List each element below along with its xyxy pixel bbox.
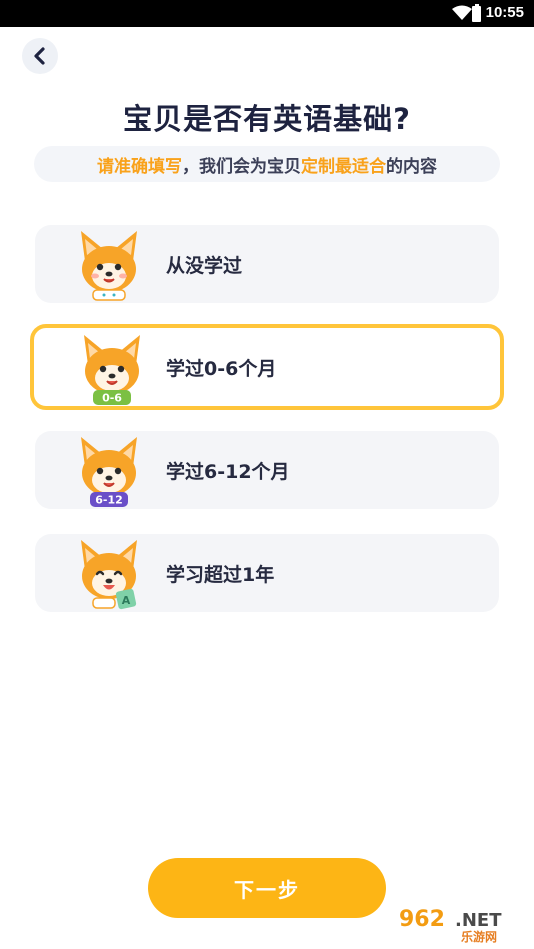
option-label: 学过6-12个月 [166, 460, 290, 483]
option-over-1-year[interactable]: A 学习超过1年 [35, 534, 499, 612]
page-title: 宝贝是否有英语基础? [123, 102, 411, 136]
watermark-logo: 962 .NET 乐游网 [395, 902, 529, 944]
fox-mascot-icon: A [81, 540, 137, 610]
back-button[interactable] [22, 38, 58, 74]
option-never-learned[interactable]: 从没学过 [35, 225, 499, 303]
subtitle-highlight-1: 请准确填写 [97, 156, 182, 177]
option-badge: 6-12 [95, 494, 123, 507]
subtitle-highlight-2: 定制最适合 [301, 156, 386, 177]
status-time: 10:55 [485, 4, 524, 21]
wifi-icon [452, 5, 472, 20]
chevron-left-icon [34, 47, 45, 65]
subtitle-text-2: 的内容 [386, 156, 437, 177]
fox-mascot-icon [81, 231, 137, 301]
watermark-sub: 乐游网 [461, 929, 497, 944]
next-button[interactable]: 下一步 [148, 858, 386, 918]
option-label: 学过0-6个月 [166, 357, 277, 380]
option-label: 从没学过 [166, 254, 243, 277]
option-label: 学习超过1年 [166, 563, 275, 586]
fox-mascot-icon: 0-6 [84, 335, 140, 405]
watermark-brand: 962 [399, 907, 445, 932]
option-badge: A [122, 594, 131, 607]
battery-icon [472, 4, 481, 22]
status-bar: 10:55 [0, 0, 534, 27]
option-0-6-months[interactable]: 0-6 学过0-6个月 [30, 324, 504, 410]
fox-mascot-icon: 6-12 [81, 437, 137, 507]
page-subtitle: 请准确填写 ，我们会为宝贝 定制最适合 的内容 [34, 146, 500, 182]
option-badge: 0-6 [102, 392, 122, 405]
subtitle-text-1: ，我们会为宝贝 [182, 156, 301, 177]
watermark-suffix: .NET [455, 910, 502, 931]
option-6-12-months[interactable]: 6-12 学过6-12个月 [35, 431, 499, 509]
